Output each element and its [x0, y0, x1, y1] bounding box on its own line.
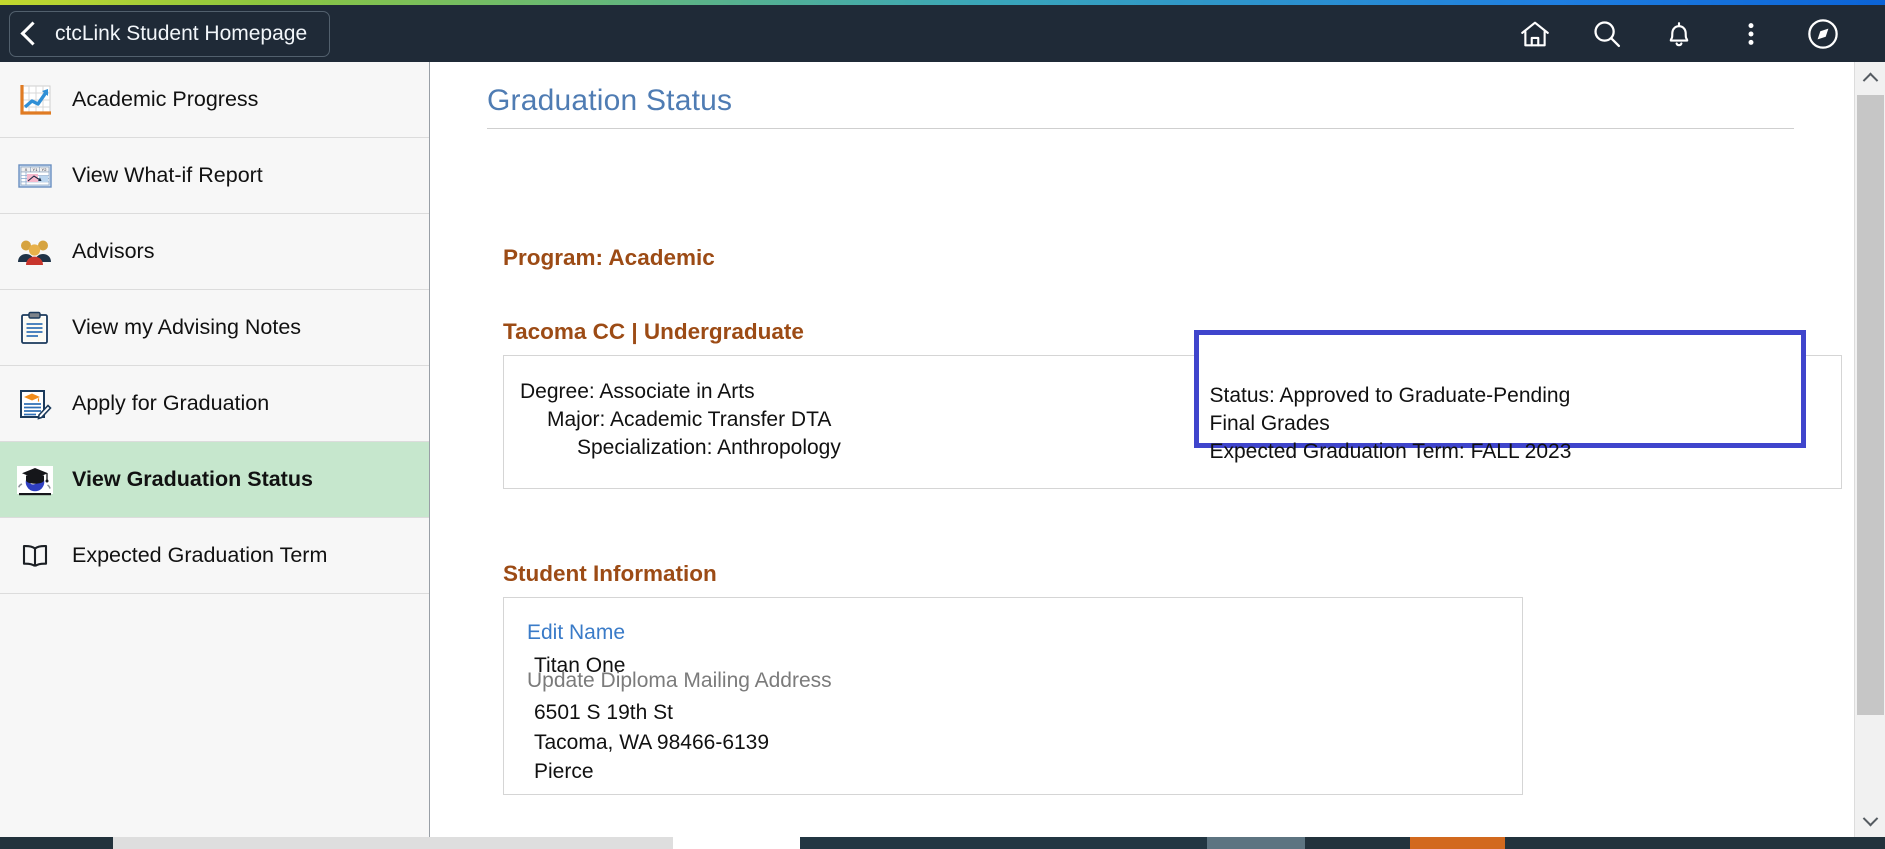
status-line-2: Final Grades: [1209, 411, 1330, 435]
sidebar-item-label: View What-if Report: [72, 163, 263, 187]
search-icon[interactable]: [1571, 5, 1643, 62]
taskbar-segment: [0, 837, 113, 849]
bell-icon[interactable]: [1643, 5, 1715, 62]
taskbar-segment: [1410, 837, 1505, 849]
graduation-globe-icon: [12, 457, 58, 503]
scroll-up-button[interactable]: [1855, 62, 1885, 93]
chevron-left-icon: [20, 21, 45, 46]
specialization-line: Specialization: Anthropology: [577, 435, 841, 459]
sidebar-item-view-what-if-report[interactable]: X Y1 Y2 View What-if Report: [0, 138, 429, 214]
status-line-1: Status: Approved to Graduate-Pending: [1209, 384, 1571, 407]
sidebar-item-label: Apply for Graduation: [72, 391, 270, 415]
svg-text:Y1: Y1: [33, 167, 39, 172]
sidebar-item-view-graduation-status[interactable]: View Graduation Status: [0, 442, 429, 518]
graduation-form-icon: [12, 381, 58, 427]
taskbar-segment: [1505, 837, 1885, 849]
degree-cell: Degree: Associate in Arts Major: Academi…: [504, 356, 1194, 489]
table-row: Degree: Associate in Arts Major: Academi…: [504, 330, 1842, 489]
sidebar-item-label: Advisors: [72, 239, 155, 263]
taskbar-segment: [673, 837, 800, 849]
svg-text:X: X: [25, 167, 28, 172]
sidebar-nav[interactable]: Academic Progress X Y1 Y2 View What-if R…: [0, 62, 430, 837]
sidebar-empty-area: [0, 594, 429, 837]
sidebar-item-label: Academic Progress: [72, 87, 259, 111]
sidebar-item-label: Expected Graduation Term: [72, 543, 328, 567]
open-book-icon: [12, 533, 58, 579]
home-icon[interactable]: [1499, 5, 1571, 62]
what-if-table-icon: X Y1 Y2: [12, 153, 58, 199]
update-diploma-mailing-address-link[interactable]: Update Diploma Mailing Address: [527, 669, 832, 693]
sidebar-item-expected-graduation-term[interactable]: Expected Graduation Term: [0, 518, 429, 594]
kebab-menu-icon[interactable]: [1715, 5, 1787, 62]
mailing-address: 6501 S 19th St Tacoma, WA 98466-6139 Pie…: [534, 698, 769, 787]
scrollbar-thumb[interactable]: [1857, 95, 1884, 715]
taskbar-segment: [1305, 837, 1410, 849]
sidebar-item-advisors[interactable]: Advisors: [0, 214, 429, 290]
page-title: Graduation Status: [487, 62, 1794, 129]
os-taskbar[interactable]: [0, 837, 1885, 849]
app-header: ctcLink Student Homepage: [0, 5, 1885, 62]
scroll-down-button[interactable]: [1855, 806, 1885, 837]
status-cell[interactable]: Status: Approved to Graduate-Pending Fin…: [1193, 330, 1842, 489]
address-line-1: 6501 S 19th St: [534, 700, 673, 724]
taskbar-segment: [800, 837, 1207, 849]
header-icon-group: [1499, 5, 1885, 62]
major-line: Major: Academic Transfer DTA: [547, 407, 832, 431]
student-information-heading: Student Information: [503, 560, 717, 586]
student-information-box: Edit Name Titan One Update Diploma Maili…: [503, 596, 1523, 795]
sidebar-item-label: View Graduation Status: [72, 467, 313, 491]
chevron-down-icon: [1862, 810, 1879, 827]
chevron-up-icon: [1862, 72, 1879, 89]
expected-graduation-term-line: Expected Graduation Term: FALL 2023: [1209, 439, 1572, 463]
edit-name-link[interactable]: Edit Name: [527, 621, 625, 645]
address-line-3: Pierce: [534, 760, 594, 784]
degree-line: Degree: Associate in Arts: [520, 380, 755, 403]
line-chart-icon: [12, 77, 58, 123]
main-content: Graduation Status Program: Academic Taco…: [431, 62, 1854, 837]
sidebar-item-view-my-advising-notes[interactable]: View my Advising Notes: [0, 290, 429, 366]
taskbar-segment: [113, 837, 673, 849]
vertical-scrollbar[interactable]: [1854, 62, 1885, 837]
people-group-icon: [12, 229, 58, 275]
clipboard-notes-icon: [12, 305, 58, 351]
degree-status-table: Degree: Associate in Arts Major: Academi…: [503, 330, 1842, 489]
compass-icon[interactable]: [1787, 5, 1859, 62]
status-text-block: Status: Approved to Graduate-Pending Fin…: [1194, 378, 1842, 466]
taskbar-segment: [1207, 837, 1305, 849]
sidebar-item-label: View my Advising Notes: [72, 315, 302, 339]
sidebar-item-academic-progress[interactable]: Academic Progress: [0, 62, 429, 138]
top-accent-bar: [0, 0, 1885, 5]
sidebar-item-apply-for-graduation[interactable]: Apply for Graduation: [0, 366, 429, 442]
program-heading: Program: Academic: [503, 245, 715, 270]
back-to-homepage-button[interactable]: ctcLink Student Homepage: [9, 10, 331, 57]
back-button-label: ctcLink Student Homepage: [55, 21, 308, 45]
svg-text:Y2: Y2: [42, 167, 48, 172]
address-line-2: Tacoma, WA 98466-6139: [534, 730, 770, 754]
